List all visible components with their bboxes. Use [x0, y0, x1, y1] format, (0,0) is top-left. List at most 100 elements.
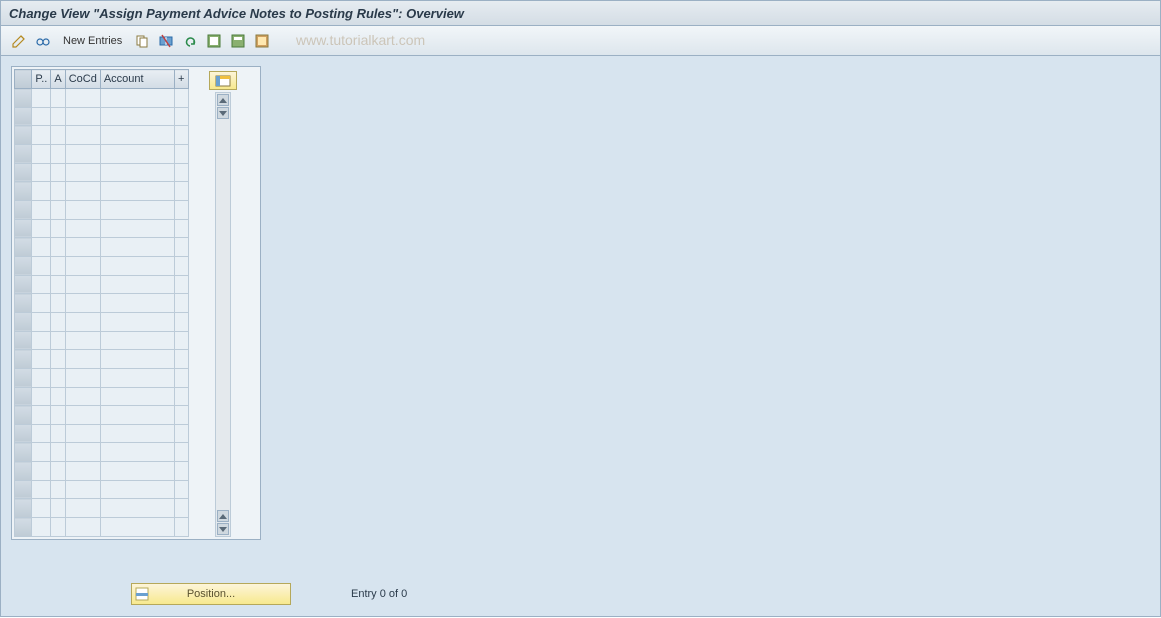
cell[interactable]: [100, 424, 174, 443]
cell[interactable]: [32, 424, 51, 443]
row-selector[interactable]: [15, 238, 32, 257]
column-header-a[interactable]: A: [51, 70, 65, 89]
cell[interactable]: [175, 126, 189, 145]
cell[interactable]: [100, 294, 174, 313]
column-header-cocd[interactable]: CoCd: [65, 70, 100, 89]
row-selector[interactable]: [15, 144, 32, 163]
row-selector[interactable]: [15, 294, 32, 313]
cell[interactable]: [32, 200, 51, 219]
cell[interactable]: [65, 312, 100, 331]
cell[interactable]: [32, 518, 51, 537]
cell[interactable]: [65, 163, 100, 182]
cell[interactable]: [51, 368, 65, 387]
cell[interactable]: [32, 238, 51, 257]
cell[interactable]: [100, 144, 174, 163]
cell[interactable]: [32, 499, 51, 518]
row-selector[interactable]: [15, 406, 32, 425]
cell[interactable]: [175, 144, 189, 163]
cell[interactable]: [32, 480, 51, 499]
scroll-down-button[interactable]: [217, 510, 229, 522]
cell[interactable]: [100, 462, 174, 481]
cell[interactable]: [51, 499, 65, 518]
cell[interactable]: [175, 499, 189, 518]
cell[interactable]: [65, 144, 100, 163]
cell[interactable]: [100, 126, 174, 145]
cell[interactable]: [51, 462, 65, 481]
cell[interactable]: [65, 256, 100, 275]
cell[interactable]: [100, 387, 174, 406]
scroll-page-down-button[interactable]: [217, 523, 229, 535]
row-selector[interactable]: [15, 126, 32, 145]
select-all-button[interactable]: [204, 31, 224, 51]
column-header-plus[interactable]: +: [175, 70, 189, 89]
cell[interactable]: [100, 350, 174, 369]
cell[interactable]: [65, 424, 100, 443]
cell[interactable]: [65, 107, 100, 126]
cell[interactable]: [51, 518, 65, 537]
row-selector[interactable]: [15, 256, 32, 275]
cell[interactable]: [32, 126, 51, 145]
cell[interactable]: [51, 200, 65, 219]
cell[interactable]: [32, 294, 51, 313]
cell[interactable]: [65, 368, 100, 387]
cell[interactable]: [32, 256, 51, 275]
cell[interactable]: [65, 480, 100, 499]
row-selector[interactable]: [15, 331, 32, 350]
cell[interactable]: [100, 89, 174, 108]
cell[interactable]: [65, 331, 100, 350]
cell[interactable]: [51, 219, 65, 238]
cell[interactable]: [65, 406, 100, 425]
row-selector[interactable]: [15, 182, 32, 201]
cell[interactable]: [175, 518, 189, 537]
cell[interactable]: [100, 368, 174, 387]
vertical-scrollbar[interactable]: [215, 92, 231, 537]
cell[interactable]: [65, 518, 100, 537]
cell[interactable]: [32, 182, 51, 201]
scroll-up-button[interactable]: [217, 107, 229, 119]
row-selector[interactable]: [15, 107, 32, 126]
row-selector[interactable]: [15, 499, 32, 518]
cell[interactable]: [65, 200, 100, 219]
column-header-p[interactable]: P..: [32, 70, 51, 89]
cell[interactable]: [65, 443, 100, 462]
cell[interactable]: [32, 312, 51, 331]
cell[interactable]: [65, 350, 100, 369]
select-block-button[interactable]: [228, 31, 248, 51]
toggle-display-change-button[interactable]: [9, 31, 29, 51]
cell[interactable]: [175, 182, 189, 201]
cell[interactable]: [51, 312, 65, 331]
cell[interactable]: [51, 294, 65, 313]
cell[interactable]: [51, 331, 65, 350]
cell[interactable]: [175, 163, 189, 182]
cell[interactable]: [32, 89, 51, 108]
row-selector[interactable]: [15, 275, 32, 294]
cell[interactable]: [175, 200, 189, 219]
row-selector[interactable]: [15, 350, 32, 369]
cell[interactable]: [175, 312, 189, 331]
cell[interactable]: [51, 406, 65, 425]
cell[interactable]: [32, 219, 51, 238]
cell[interactable]: [51, 163, 65, 182]
cell[interactable]: [32, 107, 51, 126]
row-selector[interactable]: [15, 163, 32, 182]
cell[interactable]: [175, 238, 189, 257]
row-selector[interactable]: [15, 89, 32, 108]
cell[interactable]: [51, 443, 65, 462]
cell[interactable]: [100, 406, 174, 425]
copy-as-button[interactable]: [132, 31, 152, 51]
cell[interactable]: [100, 518, 174, 537]
cell[interactable]: [65, 275, 100, 294]
cell[interactable]: [100, 312, 174, 331]
other-view-button[interactable]: [33, 31, 53, 51]
cell[interactable]: [100, 238, 174, 257]
cell[interactable]: [32, 275, 51, 294]
cell[interactable]: [51, 256, 65, 275]
cell[interactable]: [100, 331, 174, 350]
new-entries-button[interactable]: New Entries: [57, 33, 128, 49]
row-selector[interactable]: [15, 312, 32, 331]
cell[interactable]: [65, 499, 100, 518]
table-settings-button[interactable]: [209, 71, 237, 90]
cell[interactable]: [51, 424, 65, 443]
cell[interactable]: [100, 219, 174, 238]
row-selector[interactable]: [15, 518, 32, 537]
